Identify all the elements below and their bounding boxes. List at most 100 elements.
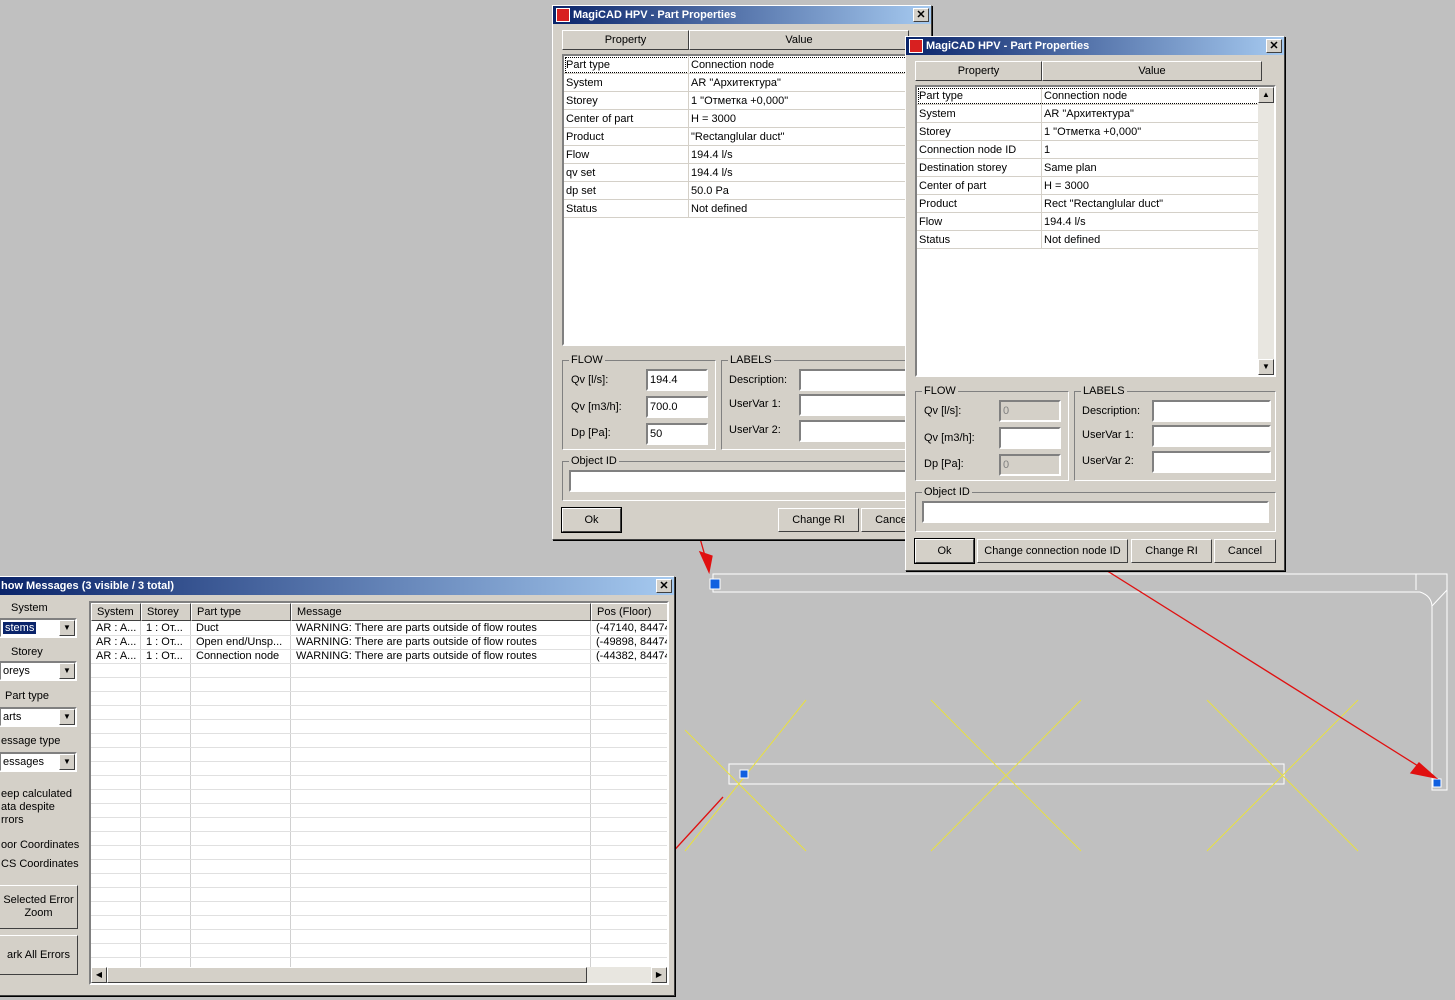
uservar1-input[interactable]: [1152, 425, 1271, 447]
property-column-header[interactable]: Property: [915, 61, 1042, 81]
part-type-filter-select[interactable]: arts ▼: [0, 707, 77, 727]
properties-list[interactable]: Part type Connection node System AR "Архите…: [562, 54, 922, 346]
property-row[interactable]: Status Not defined: [917, 231, 1274, 249]
property-row[interactable]: Center of part H = 3000: [917, 177, 1274, 195]
table-row[interactable]: AR : A... 1 : От... Duct WARNING: There are…: [91, 621, 667, 635]
change-ri-button[interactable]: Change RI: [778, 508, 859, 532]
table-row[interactable]: AR : A... 1 : От... Open end/Unsp... WARNIN…: [91, 635, 667, 649]
property-row[interactable]: Part type Connection node: [917, 87, 1274, 105]
uservar2-input[interactable]: [1152, 451, 1271, 473]
scroll-up-icon[interactable]: ▲: [1258, 87, 1274, 103]
change-connection-node-id-button[interactable]: Change connection node ID: [977, 539, 1128, 563]
grid-column-header[interactable]: Part type: [191, 603, 291, 621]
property-row[interactable]: System AR "Архитектура": [917, 105, 1274, 123]
property-row[interactable]: Storey 1 "Отметка +0,000": [564, 92, 920, 110]
column-divider: [1041, 213, 1042, 230]
zoom-selected-error-button[interactable]: Selected Error Zoom: [0, 885, 78, 929]
grid-column-header[interactable]: System: [91, 603, 141, 621]
value-column-header[interactable]: Value: [1042, 61, 1262, 81]
chevron-down-icon[interactable]: ▼: [59, 709, 75, 725]
qv-m3h-label: Qv [m3/h]:: [924, 432, 975, 444]
message-type-filter-select[interactable]: essages ▼: [0, 752, 77, 772]
property-row[interactable]: dp set 50.0 Pa: [564, 182, 920, 200]
floor-coordinates-radio-label[interactable]: oor Coordinates: [1, 839, 79, 851]
grid-row-line: [91, 803, 667, 804]
grid-row-line: [91, 677, 667, 678]
property-row[interactable]: Center of part H = 3000: [564, 110, 920, 128]
horizontal-scrollbar[interactable]: ◀ ▶: [91, 967, 667, 983]
description-input[interactable]: [799, 369, 919, 391]
uservar2-input[interactable]: [799, 420, 919, 442]
object-id-input[interactable]: [569, 470, 919, 492]
ok-button[interactable]: Ok: [915, 539, 974, 563]
qv-ls-input[interactable]: 194.4: [646, 369, 708, 391]
flow-group-title: FLOW: [569, 354, 605, 366]
ok-button[interactable]: Ok: [562, 508, 621, 532]
table-cell: AR : A...: [96, 650, 137, 662]
scroll-right-icon[interactable]: ▶: [651, 967, 667, 983]
chevron-down-icon[interactable]: ▼: [59, 620, 75, 636]
value-column-header[interactable]: Value: [689, 30, 909, 50]
object-id-input[interactable]: [922, 501, 1269, 523]
property-row[interactable]: Storey 1 "Отметка +0,000": [917, 123, 1274, 141]
description-input[interactable]: [1152, 400, 1271, 422]
dialog2-titlebar[interactable]: MagiCAD HPV - Part Properties ✕: [906, 37, 1284, 55]
property-name: dp set: [566, 185, 596, 197]
table-cell: Connection node: [196, 650, 280, 662]
chevron-down-icon[interactable]: ▼: [59, 663, 75, 679]
close-icon[interactable]: ✕: [1266, 39, 1282, 53]
properties-list[interactable]: Part type Connection node System AR "Архите…: [915, 85, 1276, 377]
keep-calculated-checkbox-label[interactable]: eep calculated ata despite rrors: [1, 788, 72, 827]
close-icon[interactable]: ✕: [656, 579, 672, 593]
messages-grid[interactable]: System Storey Part type Message Pos (Floor) A…: [89, 601, 669, 985]
cancel-button[interactable]: Cancel: [1214, 539, 1276, 563]
change-ri-button[interactable]: Change RI: [1131, 539, 1212, 563]
chevron-down-icon[interactable]: ▼: [59, 754, 75, 770]
mark-all-errors-button[interactable]: ark All Errors: [0, 935, 78, 975]
scroll-thumb[interactable]: [107, 967, 587, 983]
property-row[interactable]: Product "Rectanglular duct": [564, 128, 920, 146]
grid-column-header[interactable]: Message: [291, 603, 591, 621]
dialog1-titlebar[interactable]: MagiCAD HPV - Part Properties ✕: [553, 6, 931, 24]
magicad-app-icon: [909, 39, 923, 53]
grid-row-line: [91, 705, 667, 706]
table-row[interactable]: AR : A... 1 : От... Connection node WARNING…: [91, 649, 667, 663]
dp-input: 0: [999, 454, 1061, 476]
ucs-coordinates-radio-label[interactable]: CS Coordinates: [1, 858, 79, 870]
dp-input[interactable]: 50: [646, 423, 708, 445]
table-cell: WARNING: There are parts outside of flow…: [296, 622, 537, 634]
property-row[interactable]: Flow 194.4 l/s: [917, 213, 1274, 231]
messages-titlebar[interactable]: how Messages (3 visible / 3 total) ✕: [0, 577, 674, 595]
labels-group-title: LABELS: [1081, 385, 1127, 397]
property-row[interactable]: Destination storey Same plan: [917, 159, 1274, 177]
dialog1-title: MagiCAD HPV - Part Properties: [573, 9, 737, 21]
grid-column-header[interactable]: Pos (Floor): [591, 603, 667, 621]
property-column-header[interactable]: Property: [562, 30, 689, 50]
object-id-title: Object ID: [922, 486, 972, 498]
column-divider: [688, 182, 689, 199]
uservar1-input[interactable]: [799, 394, 919, 416]
property-row[interactable]: System AR "Архитектура": [564, 74, 920, 92]
vertical-scrollbar[interactable]: ▲ ▼: [1258, 87, 1274, 375]
system-filter-select[interactable]: stems ▼: [0, 618, 77, 638]
qv-m3h-input[interactable]: 700.0: [646, 396, 708, 418]
scroll-left-icon[interactable]: ◀: [91, 967, 107, 983]
close-icon[interactable]: ✕: [913, 8, 929, 22]
property-name: Part type: [919, 90, 964, 102]
property-row[interactable]: Status Not defined: [564, 200, 920, 218]
table-cell: 1 : От...: [146, 636, 183, 648]
scroll-down-icon[interactable]: ▼: [1258, 359, 1274, 375]
storey-filter-select[interactable]: oreys ▼: [0, 661, 77, 681]
property-row[interactable]: Flow 194.4 l/s: [564, 146, 920, 164]
property-row[interactable]: Part type Connection node: [564, 56, 920, 74]
property-row[interactable]: qv set 194.4 l/s: [564, 164, 920, 182]
grid-column-header[interactable]: Storey: [141, 603, 191, 621]
property-value: 50.0 Pa: [691, 185, 729, 197]
grip-handle-top: [709, 578, 721, 590]
part-properties-dialog-2: MagiCAD HPV - Part Properties ✕ Property…: [905, 36, 1285, 571]
property-row[interactable]: Product Rect "Rectanglular duct": [917, 195, 1274, 213]
property-row[interactable]: Connection node ID 1: [917, 141, 1274, 159]
dialog2-title: MagiCAD HPV - Part Properties: [926, 40, 1090, 52]
qv-m3h-input[interactable]: [999, 427, 1061, 449]
grid-row-line: [91, 887, 667, 888]
